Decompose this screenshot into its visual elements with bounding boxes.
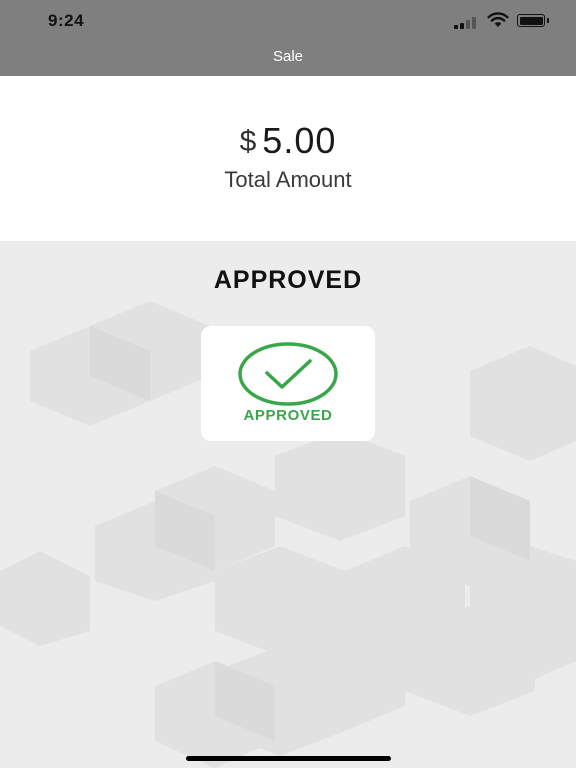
amount-panel: $5.00 Total Amount (0, 76, 576, 241)
status-bar: 9:24 (0, 0, 576, 42)
approved-card-label: APPROVED (243, 407, 333, 424)
result-area: APPROVED APPROVED (0, 241, 576, 768)
status-time: 9:24 (48, 11, 85, 30)
total-amount-value: 5.00 (262, 120, 337, 161)
cellular-signal-icon (454, 17, 480, 29)
amount-row: $5.00 (0, 120, 576, 162)
approved-status-card: APPROVED (201, 326, 375, 441)
status-icons (454, 12, 554, 29)
total-amount-label: Total Amount (224, 167, 352, 192)
nav-title: Sale (272, 48, 304, 65)
hexagon-background-pattern (0, 301, 576, 768)
wifi-icon (487, 12, 509, 27)
battery-icon (517, 14, 549, 27)
checkmark-circle-icon (238, 342, 338, 406)
currency-symbol: $ (239, 125, 257, 158)
approval-status-heading: APPROVED (213, 266, 363, 294)
navigation-bar: Sale (0, 42, 576, 76)
home-indicator[interactable] (186, 756, 391, 761)
